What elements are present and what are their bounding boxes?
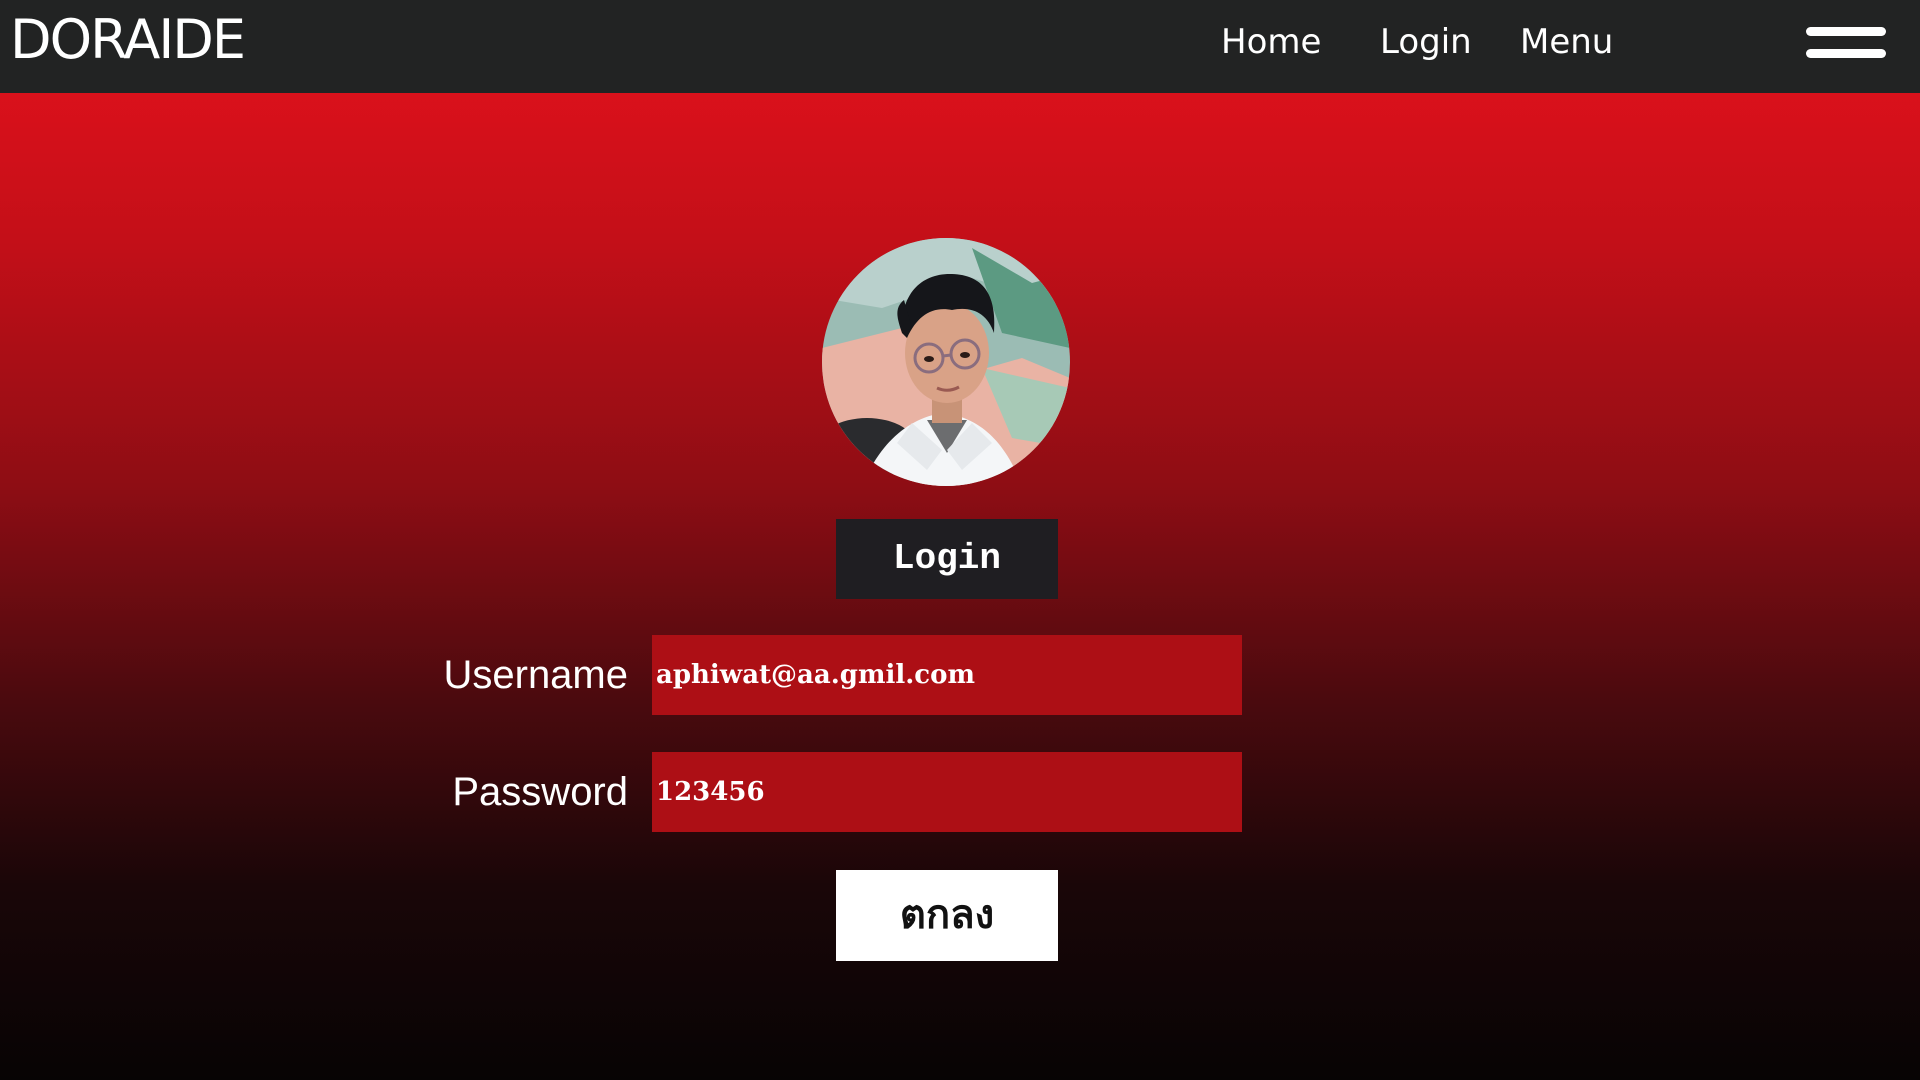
hamburger-bar [1806,49,1886,58]
password-input[interactable] [652,752,1242,832]
hamburger-bar [1806,27,1886,36]
password-label: Password [452,770,628,814]
submit-button[interactable]: ตกลง [836,870,1058,961]
avatar-photo [822,238,1070,486]
brand-logo[interactable]: DORAIDE [10,8,246,72]
nav-link-login[interactable]: Login [1380,18,1472,66]
navbar: DORAIDE Home Login Menu [0,0,1920,93]
username-input[interactable] [652,635,1242,715]
username-label: Username [443,653,628,697]
profile-avatar [822,238,1070,486]
nav-link-menu[interactable]: Menu [1520,18,1613,66]
login-heading: Login [836,519,1058,599]
hamburger-icon[interactable] [1806,26,1886,60]
nav-link-home[interactable]: Home [1221,18,1321,66]
